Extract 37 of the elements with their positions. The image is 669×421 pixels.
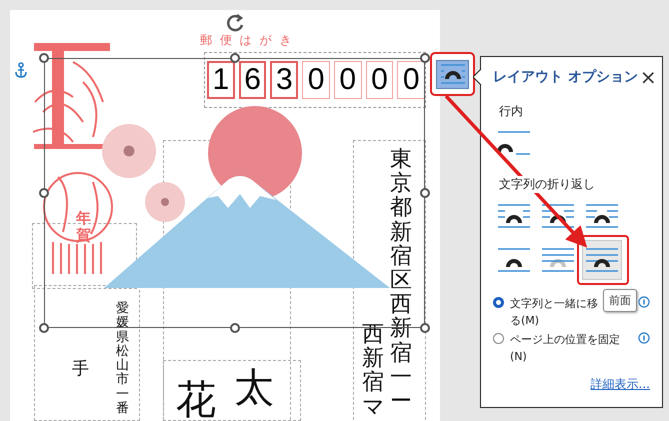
info-icon [638,332,650,344]
flower-drawing [143,180,187,224]
postal-digit: 0 [334,61,362,99]
resize-handle[interactable] [230,53,240,63]
postal-digit: 3 [270,61,298,99]
postal-digit: 0 [366,61,394,99]
sender-name: 手 [72,360,89,379]
resize-handle[interactable] [420,53,430,63]
wrap-option-button[interactable] [582,240,622,280]
flower-drawing [100,122,158,180]
radio-button[interactable] [493,297,504,308]
recipient-name: 花 [176,378,216,421]
sender-address: 愛媛県松山市一番 [116,302,129,416]
radio-button[interactable] [493,333,504,344]
details-link[interactable]: 詳細表示... [590,376,650,393]
section-heading: 行内 [498,103,523,120]
postcard-header: 郵 便 は が き [200,32,294,49]
radio-label: ページ上の位置を固定 (N) [510,332,620,365]
anchor-icon [14,62,28,78]
layout-options-button[interactable] [436,60,469,88]
radio-label: 文字列と一緒に移 る(M) [510,296,598,329]
resize-handle[interactable] [420,188,430,198]
resize-handle[interactable] [39,188,49,198]
recipient-address: 西新宿マ [362,323,384,420]
rotate-handle-icon [224,12,246,34]
postal-digit: 0 [302,61,330,99]
panel-title: レイアウト オプション [493,68,638,86]
postal-digit: 6 [238,61,266,99]
postal-digit: 1 [207,61,235,99]
info-icon [638,296,650,308]
resize-handle[interactable] [420,323,430,333]
recipient-name: 太 [234,366,274,410]
resize-handle[interactable] [230,323,240,333]
close-button[interactable]: × [638,65,659,89]
tooltip: 前面 [603,289,637,312]
resize-handle[interactable] [39,323,49,333]
resize-handle[interactable] [39,53,49,63]
